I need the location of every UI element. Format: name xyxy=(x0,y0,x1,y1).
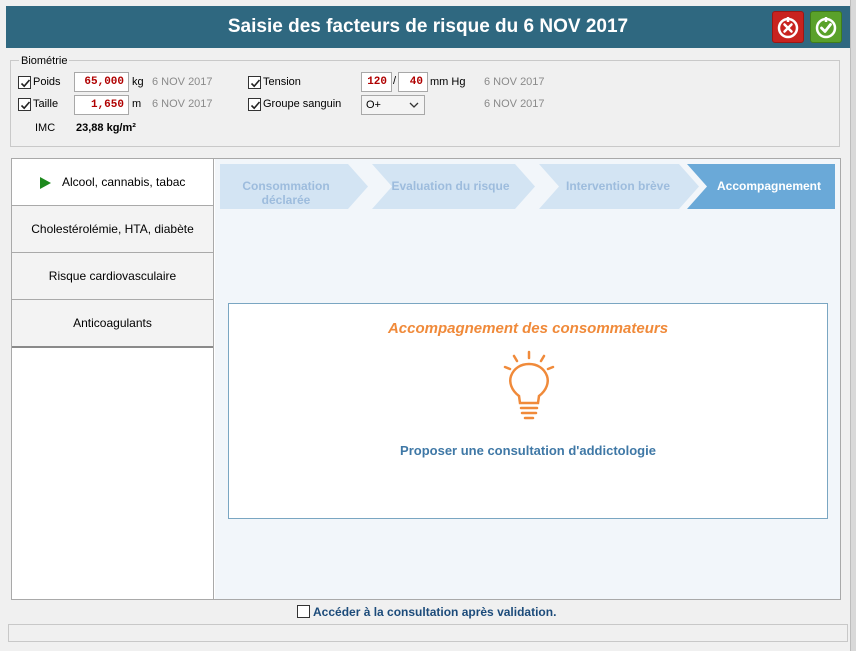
consultation-checkbox[interactable] xyxy=(297,605,310,618)
cancel-icon xyxy=(777,17,799,39)
poids-label: Poids xyxy=(33,76,61,88)
groupe-date: 6 NOV 2017 xyxy=(484,98,545,110)
biometrie-group: Biométrie Poids 65,000 kg 6 NOV 2017 Tai… xyxy=(10,55,840,147)
groupe-checkbox[interactable] xyxy=(248,98,261,111)
poids-checkbox[interactable] xyxy=(18,76,31,89)
groupe-select[interactable]: O+ xyxy=(361,95,425,115)
tension-unit: mm Hg xyxy=(430,76,466,88)
step-accompagnement[interactable]: Accompagnement xyxy=(687,164,835,209)
step-intervention[interactable]: Intervention brève xyxy=(539,164,699,209)
card-title: Accompagnement des consommateurs xyxy=(387,320,669,337)
poids-date: 6 NOV 2017 xyxy=(152,76,213,88)
window-title: Saisie des facteurs de risque du 6 NOV 2… xyxy=(227,16,629,37)
main-panel: Alcool, cannabis, tabac Cholestérolémie,… xyxy=(11,158,841,600)
play-arrow-icon xyxy=(40,177,51,189)
cancel-button[interactable] xyxy=(772,11,804,43)
tension-date: 6 NOV 2017 xyxy=(484,76,545,88)
validate-icon xyxy=(815,17,837,39)
tension-checkbox[interactable] xyxy=(248,76,261,89)
sidebar-item-anticoagulants[interactable]: Anticoagulants xyxy=(12,300,213,348)
window-edge xyxy=(850,0,856,651)
groupe-label: Groupe sanguin xyxy=(263,98,342,110)
biometrie-legend: Biométrie xyxy=(19,55,70,67)
sidebar-item-label: Alcool, cannabis, tabac xyxy=(62,175,186,189)
step-label: Evaluation du risque xyxy=(391,179,510,193)
step-label: Consommation déclarée xyxy=(242,179,330,207)
taille-date: 6 NOV 2017 xyxy=(152,98,213,110)
validate-button[interactable] xyxy=(810,11,842,43)
groupe-select-value: O+ xyxy=(366,99,381,111)
step-label: Accompagnement xyxy=(716,179,822,193)
sidebar-item-label: Cholestérolémie, HTA, diabète xyxy=(31,222,194,236)
taille-label: Taille xyxy=(33,98,59,110)
poids-unit: kg xyxy=(132,76,144,88)
tension-diastolic-input[interactable]: 40 xyxy=(398,72,428,92)
step-bar: Consommation déclarée Evaluation du risq… xyxy=(220,164,835,209)
tension-label: Tension xyxy=(263,76,301,88)
imc-value: 23,88 kg/m² xyxy=(76,122,136,134)
tension-separator: / xyxy=(393,75,397,87)
step-evaluation[interactable]: Evaluation du risque xyxy=(372,164,535,209)
status-bar xyxy=(8,624,848,642)
sidebar: Alcool, cannabis, tabac Cholestérolémie,… xyxy=(12,159,214,599)
consultation-checkbox-label[interactable]: Accéder à la consultation après validati… xyxy=(313,605,556,619)
sidebar-item-label: Risque cardiovasculaire xyxy=(48,269,177,283)
sidebar-item-cholesterol[interactable]: Cholestérolémie, HTA, diabète xyxy=(12,206,213,253)
poids-input[interactable]: 65,000 xyxy=(74,72,129,92)
accompagnement-card: Accompagnement des consommateurs Propose… xyxy=(228,303,828,519)
sidebar-item-label: Anticoagulants xyxy=(73,316,152,330)
tension-systolic-input[interactable]: 120 xyxy=(361,72,392,92)
sidebar-item-alcool[interactable]: Alcool, cannabis, tabac xyxy=(12,159,213,206)
taille-checkbox[interactable] xyxy=(18,98,31,111)
content-area: Consommation déclarée Evaluation du risq… xyxy=(215,159,840,599)
chevron-down-icon xyxy=(409,102,419,108)
imc-label: IMC xyxy=(35,122,56,134)
taille-input[interactable]: 1,650 xyxy=(74,95,129,115)
sidebar-item-cardio[interactable]: Risque cardiovasculaire xyxy=(12,253,213,300)
step-consommation[interactable]: Consommation déclarée xyxy=(220,164,368,209)
taille-unit: m xyxy=(132,98,142,110)
title-bar: Saisie des facteurs de risque du 6 NOV 2… xyxy=(6,6,850,48)
step-label: Intervention brève xyxy=(565,179,671,193)
lightbulb-icon xyxy=(503,350,555,420)
card-text: Proposer une consultation d'addictologie xyxy=(400,443,656,458)
